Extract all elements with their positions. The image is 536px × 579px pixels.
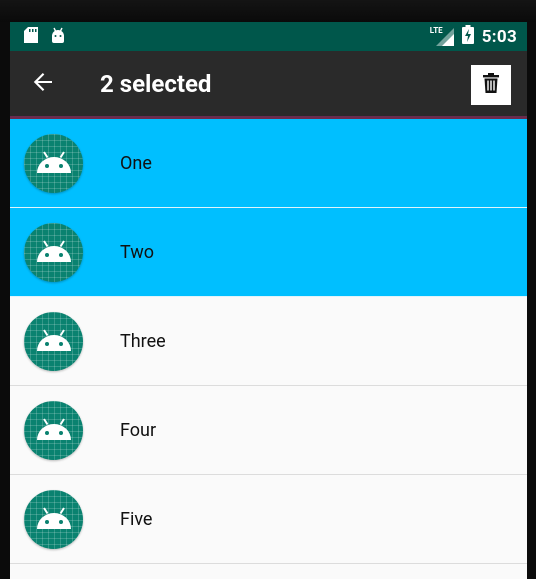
action-mode-bar: 2 selected bbox=[10, 51, 527, 119]
lte-signal-icon: LTE bbox=[429, 25, 454, 46]
status-bar: LTE 5:03 bbox=[10, 22, 527, 51]
list-item-label: Four bbox=[120, 419, 157, 441]
list-item-label: Five bbox=[120, 508, 153, 530]
status-time: 5:03 bbox=[481, 26, 517, 47]
list-item-label: One bbox=[120, 152, 152, 174]
android-avatar-icon bbox=[24, 400, 83, 460]
android-avatar-icon bbox=[24, 222, 83, 282]
battery-charging-icon bbox=[461, 25, 474, 48]
list-item[interactable]: Three bbox=[10, 297, 527, 386]
back-button[interactable] bbox=[22, 63, 64, 105]
android-debug-icon bbox=[50, 27, 66, 47]
device-bezel bbox=[0, 0, 536, 22]
arrow-back-icon bbox=[32, 71, 54, 97]
item-list: One Two Three Four Five bbox=[10, 119, 527, 564]
delete-icon bbox=[483, 73, 499, 97]
phone-screen: LTE 5:03 2 selected One Two Three Four F… bbox=[10, 22, 527, 579]
android-avatar-icon bbox=[24, 489, 83, 549]
android-avatar-icon bbox=[24, 133, 83, 193]
lte-label: LTE bbox=[429, 25, 443, 35]
delete-button[interactable] bbox=[471, 65, 511, 105]
android-avatar-icon bbox=[24, 311, 83, 371]
list-item[interactable]: Five bbox=[10, 475, 527, 564]
sd-card-icon bbox=[24, 26, 38, 47]
selection-count-title: 2 selected bbox=[100, 69, 212, 98]
list-item-label: Three bbox=[120, 330, 166, 352]
list-item[interactable]: One bbox=[10, 119, 527, 208]
list-item-label: Two bbox=[120, 241, 155, 263]
list-item[interactable]: Two bbox=[10, 208, 527, 297]
list-item[interactable]: Four bbox=[10, 386, 527, 475]
